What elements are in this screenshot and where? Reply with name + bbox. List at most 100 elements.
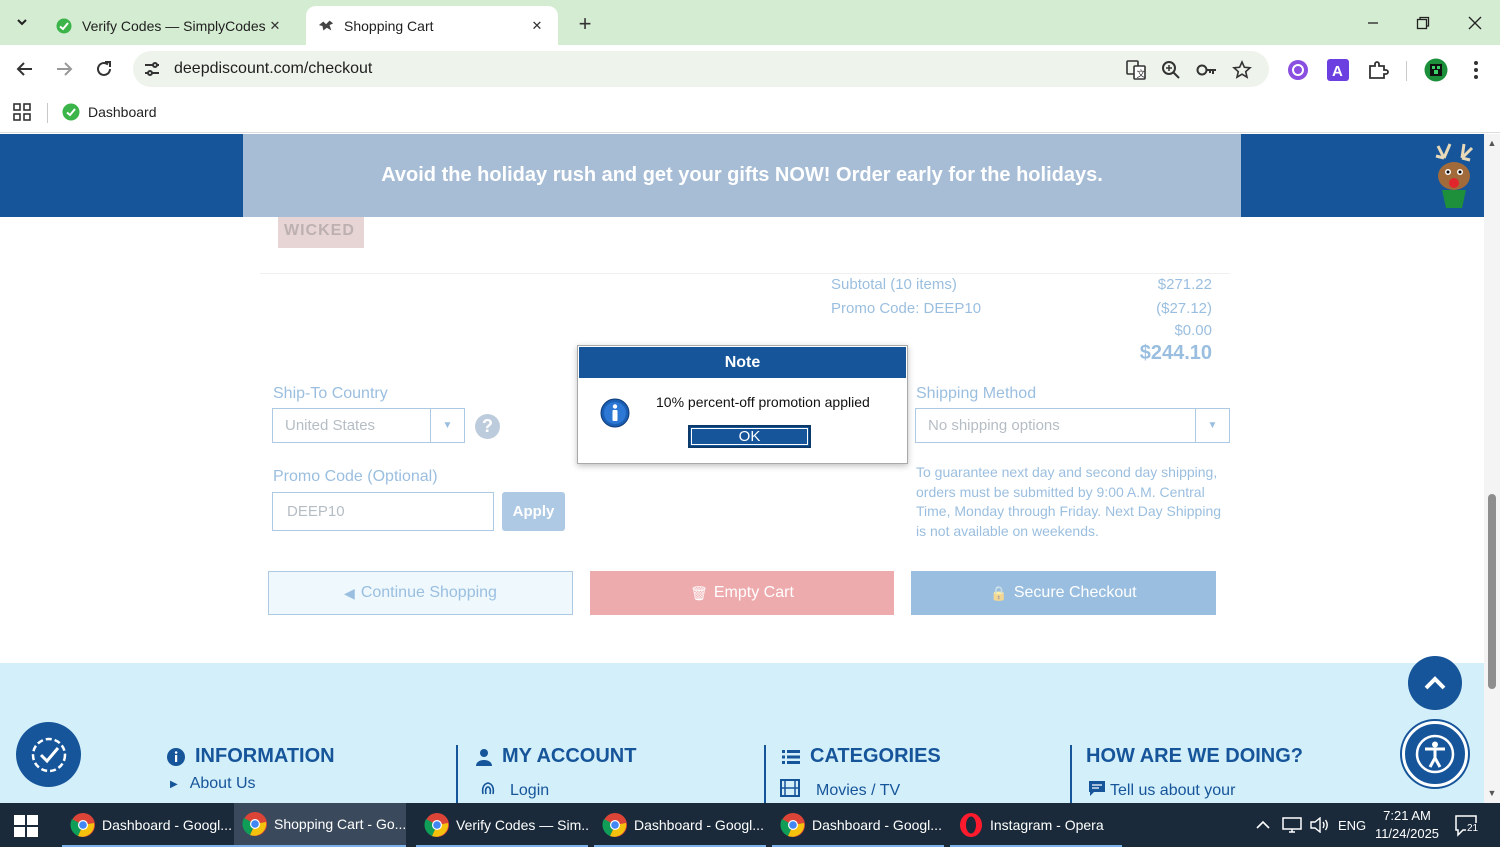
close-window-button[interactable] bbox=[1452, 6, 1498, 40]
promo-code-input[interactable]: DEEP10 bbox=[272, 492, 494, 531]
restore-icon bbox=[1416, 16, 1430, 30]
notification-center-button[interactable]: 21 bbox=[1455, 815, 1481, 837]
forward-button[interactable] bbox=[49, 54, 79, 84]
apply-promo-button[interactable]: Apply bbox=[502, 492, 565, 531]
continue-shopping-button[interactable]: ◀ Continue Shopping bbox=[268, 571, 573, 615]
site-info-icon[interactable] bbox=[143, 60, 161, 78]
close-tab-icon[interactable]: ✕ bbox=[266, 17, 284, 35]
holiday-banner-text: Avoid the holiday rush and get your gift… bbox=[381, 164, 1103, 186]
footer-categories-column: CATEGORIES bbox=[782, 745, 941, 768]
reload-button[interactable] bbox=[89, 54, 119, 84]
tab-verify-codes[interactable]: Verify Codes — SimplyCodes ✕ bbox=[44, 6, 296, 45]
accessibility-check-button[interactable] bbox=[16, 722, 81, 787]
extension-a-icon[interactable]: A bbox=[1326, 58, 1350, 82]
footer-heading-text: CATEGORIES bbox=[810, 745, 941, 767]
tab-title: Shopping Cart bbox=[344, 17, 434, 34]
holiday-banner-message[interactable]: Avoid the holiday rush and get your gift… bbox=[243, 134, 1241, 217]
taskbar-item-dashboard-1[interactable]: Dashboard - Googl... bbox=[62, 803, 234, 847]
url-text: deepdiscount.com/checkout bbox=[174, 60, 373, 77]
scroll-up-arrow-icon[interactable]: ▲ bbox=[1487, 138, 1497, 148]
scroll-down-arrow-icon[interactable]: ▼ bbox=[1487, 788, 1497, 798]
back-button[interactable] bbox=[10, 54, 40, 84]
new-tab-button[interactable]: + bbox=[572, 11, 598, 37]
translate-icon[interactable]: 文 bbox=[1125, 59, 1147, 81]
footer-link-text: Login bbox=[510, 781, 550, 799]
order-total-value: $244.10 bbox=[1139, 342, 1212, 364]
ship-to-country-select[interactable]: United States ▼ bbox=[272, 408, 465, 443]
footer-feedback-heading: HOW ARE WE DOING? bbox=[1086, 745, 1303, 768]
caret-down-icon: ▼ bbox=[1195, 409, 1229, 442]
badge-check-icon bbox=[31, 737, 66, 772]
show-hidden-icons-button[interactable] bbox=[1256, 803, 1270, 847]
footer-account-heading: MY ACCOUNT bbox=[476, 745, 636, 768]
taskbar-item-dashboard-3[interactable]: Dashboard - Googl... bbox=[772, 803, 944, 847]
toolbar-separator bbox=[1406, 61, 1407, 81]
tab-search-button[interactable] bbox=[8, 8, 36, 36]
chevron-up-icon bbox=[1424, 676, 1446, 690]
dialog-ok-button[interactable]: OK bbox=[688, 425, 811, 448]
bookmark-label: Dashboard bbox=[88, 104, 157, 120]
windows-taskbar: Dashboard - Googl... Shopping Cart - Go.… bbox=[0, 803, 1500, 847]
footer-link-feedback[interactable]: Tell us about your bbox=[1088, 780, 1235, 802]
bookmark-star-icon[interactable] bbox=[1231, 59, 1253, 81]
footer-feedback-column: HOW ARE WE DOING? bbox=[1086, 745, 1303, 768]
chevron-up-icon bbox=[1256, 820, 1270, 829]
zoom-icon[interactable] bbox=[1160, 59, 1182, 81]
footer-heading-text: MY ACCOUNT bbox=[502, 745, 637, 767]
close-tab-icon[interactable]: ✕ bbox=[528, 17, 546, 35]
deepdiscount-favicon-icon bbox=[318, 18, 334, 34]
language-indicator[interactable]: ENG bbox=[1338, 803, 1366, 847]
subtotal-label: Subtotal (10 items) bbox=[831, 276, 957, 293]
bookmark-dashboard[interactable]: Dashboard bbox=[62, 100, 157, 124]
extension-purple-icon[interactable] bbox=[1286, 58, 1310, 82]
shipping-method-select[interactable]: No shipping options ▼ bbox=[915, 408, 1230, 443]
taskbar-item-dashboard-2[interactable]: Dashboard - Googl... bbox=[594, 803, 766, 847]
product-thumbnail[interactable]: WICKED bbox=[278, 216, 364, 248]
chevron-down-icon bbox=[17, 19, 27, 26]
taskbar-item-shopping-cart[interactable]: Shopping Cart - Go... bbox=[234, 803, 406, 847]
chrome-icon bbox=[780, 813, 805, 837]
clock-time: 7:21 AM bbox=[1383, 808, 1431, 823]
list-icon bbox=[782, 749, 800, 765]
restore-button[interactable] bbox=[1400, 6, 1446, 40]
browser-menu-icon[interactable] bbox=[1464, 58, 1488, 82]
empty-cart-button[interactable]: 🗑 Empty Cart bbox=[590, 571, 894, 615]
taskbar-item-instagram[interactable]: Instagram - Opera bbox=[950, 803, 1122, 847]
arrow-right-icon bbox=[57, 62, 73, 76]
shipping-method-label: Shipping Method bbox=[916, 385, 1037, 402]
help-question-icon[interactable]: ? bbox=[475, 414, 500, 439]
footer-link-text: Tell us about your bbox=[1110, 782, 1236, 799]
tab-shopping-cart[interactable]: Shopping Cart ✕ bbox=[306, 6, 558, 45]
comment-icon bbox=[1088, 780, 1106, 802]
system-clock[interactable]: 7:21 AM 11/24/2025 bbox=[1372, 807, 1442, 843]
browser-toolbar: deepdiscount.com/checkout 文 A bbox=[0, 45, 1500, 93]
volume-icon[interactable] bbox=[1310, 803, 1330, 847]
accessibility-button[interactable] bbox=[1402, 721, 1468, 787]
address-bar[interactable]: deepdiscount.com/checkout 文 bbox=[133, 51, 1269, 87]
apps-grid-icon[interactable] bbox=[12, 102, 32, 122]
footer-link-movies-tv[interactable]: Movies / TV bbox=[780, 779, 900, 802]
secure-checkout-button[interactable]: 🔒 Secure Checkout bbox=[911, 571, 1216, 615]
taskbar-label: Verify Codes — Sim... bbox=[456, 817, 588, 833]
footer-link-login[interactable]: Login bbox=[480, 779, 549, 802]
profile-avatar[interactable] bbox=[1424, 58, 1448, 82]
lock-icon: 🔒 bbox=[990, 584, 1008, 601]
taskbar-item-verify-codes[interactable]: Verify Codes — Sim... bbox=[416, 803, 588, 847]
windows-start-icon[interactable] bbox=[14, 815, 38, 837]
scrollbar-thumb[interactable] bbox=[1488, 494, 1496, 689]
arrow-left-icon bbox=[16, 62, 32, 76]
dialog-message: 10% percent-off promotion applied bbox=[656, 394, 870, 410]
password-key-icon[interactable] bbox=[1196, 59, 1218, 81]
promo-note-dialog: Note 10% percent-off promotion applied O… bbox=[577, 345, 908, 464]
footer-information-column: INFORMATION bbox=[167, 745, 335, 768]
reload-icon bbox=[97, 61, 111, 76]
cart-divider bbox=[260, 273, 1230, 274]
footer-link-about-us[interactable]: ▶ About Us bbox=[170, 775, 256, 793]
scroll-to-top-button[interactable] bbox=[1408, 656, 1462, 710]
extensions-puzzle-icon[interactable] bbox=[1366, 58, 1390, 82]
page-scrollbar[interactable]: ▲ ▼ bbox=[1484, 134, 1500, 803]
minimize-button[interactable] bbox=[1350, 6, 1396, 40]
page-viewport: WICKED Subtotal (10 items) $271.22 Promo… bbox=[0, 134, 1484, 803]
network-icon[interactable] bbox=[1282, 803, 1302, 847]
promo-discount-value: ($27.12) bbox=[1156, 300, 1212, 317]
